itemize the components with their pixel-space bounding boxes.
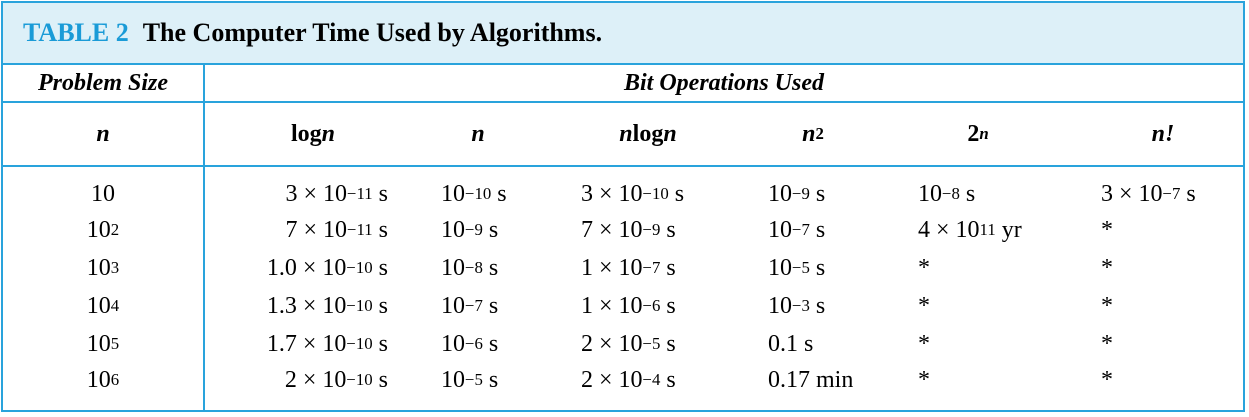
- cell-factorial: 3 × 10 −7 s: [1101, 180, 1196, 207]
- cell-problem-size: 10 6: [86, 366, 120, 393]
- cell-n-log-n: 1 × 10 −6 s: [581, 292, 676, 319]
- cell-linear: 10 −9 s: [441, 216, 499, 243]
- table-number: TABLE 2: [23, 18, 129, 47]
- cell-problem-size: 10 5: [86, 330, 120, 357]
- table-row: 10 4 1.3 × 10 −10 s 10 −7 s 1 × 10 −6 s 10 −3 s * *: [3, 287, 1243, 325]
- header-col-factorial: n!: [1151, 120, 1175, 147]
- cell-log-n: 1.3 × 10 −10 s: [266, 292, 388, 319]
- table-caption: TABLE 2 The Computer Time Used by Algori…: [3, 3, 1243, 65]
- cell-problem-size: 10 3: [86, 254, 120, 281]
- cell-n-squared: 0.1 s: [768, 330, 814, 357]
- cell-log-n: 1.0 × 10 −10 s: [266, 254, 388, 281]
- cell-linear: 10 −6 s: [441, 330, 499, 357]
- cell-n-squared: 10 −9 s: [768, 180, 826, 207]
- header-col-linear: n: [471, 120, 485, 147]
- table-row: 10 6 2 × 10 −10 s 10 −5 s 2 × 10 −4 s 0.17 min * *: [3, 361, 1243, 399]
- cell-factorial: *: [1101, 330, 1113, 357]
- header-bit-operations: Bit Operations Used: [623, 69, 824, 96]
- cell-linear: 10 −7 s: [441, 292, 499, 319]
- cell-exponential: *: [918, 366, 930, 393]
- header-col-n-squared: n2: [802, 120, 824, 147]
- table-row: 10 3 1.0 × 10 −10 s 10 −8 s 1 × 10 −7 s 10 −5 s * *: [3, 249, 1243, 287]
- header-col-log-n: log n: [290, 120, 336, 147]
- cell-linear: 10 −5 s: [441, 366, 499, 393]
- cell-factorial: *: [1101, 216, 1113, 243]
- table-row: 10 3 × 10 −11 s 10 −10 s 3 × 10 −10 s 10 −9 s 10−…: [3, 175, 1243, 213]
- cell-problem-size: 10 2: [86, 216, 120, 243]
- cell-log-n: 2 × 10 −10 s: [284, 366, 388, 393]
- cell-linear: 10 −8 s: [441, 254, 499, 281]
- table-row: 10 2 7 × 10 −11 s 10 −9 s 7 × 10 −9 s 10 −7 s 4 × …: [3, 211, 1243, 249]
- header-col-n-log-n: n log n: [619, 120, 677, 147]
- cell-log-n: 3 × 10 −11 s: [285, 180, 388, 207]
- cell-exponential: 10 −8 s: [918, 180, 976, 207]
- cell-exponential: 4 × 10 11 yr: [918, 216, 1022, 243]
- table-frame: TABLE 2 The Computer Time Used by Algori…: [1, 1, 1245, 412]
- cell-problem-size: 10: [91, 180, 115, 207]
- header-columns-row: n log n n n log n n2 2n n!: [3, 103, 1243, 167]
- cell-n-log-n: 2 × 10 −5 s: [581, 330, 676, 357]
- header-problem-size: Problem Size: [38, 69, 168, 96]
- cell-n-squared: 0.17 min: [768, 366, 854, 393]
- cell-n-log-n: 1 × 10 −7 s: [581, 254, 676, 281]
- cell-n-log-n: 2 × 10 −4 s: [581, 366, 676, 393]
- table-body: 10 3 × 10 −11 s 10 −10 s 3 × 10 −10 s 10 −9 s 10−…: [3, 167, 1243, 410]
- cell-exponential: *: [918, 330, 930, 357]
- cell-factorial: *: [1101, 366, 1113, 393]
- table-row: 10 5 1.7 × 10 −10 s 10 −6 s 2 × 10 −5 s 0.1 s * *: [3, 325, 1243, 363]
- cell-linear: 10 −10 s: [441, 180, 507, 207]
- header-group-row: Problem Size Bit Operations Used: [3, 65, 1243, 103]
- cell-exponential: *: [918, 292, 930, 319]
- cell-log-n: 7 × 10 −11 s: [285, 216, 388, 243]
- header-col-exponential: 2n: [967, 120, 989, 147]
- cell-n-log-n: 3 × 10 −10 s: [581, 180, 685, 207]
- cell-n-squared: 10 −7 s: [768, 216, 826, 243]
- cell-problem-size: 10 4: [86, 292, 120, 319]
- cell-factorial: *: [1101, 254, 1113, 281]
- cell-n-log-n: 7 × 10 −9 s: [581, 216, 676, 243]
- cell-n-squared: 10 −3 s: [768, 292, 826, 319]
- cell-log-n: 1.7 × 10 −10 s: [266, 330, 388, 357]
- cell-n-squared: 10 −5 s: [768, 254, 826, 281]
- cell-factorial: *: [1101, 292, 1113, 319]
- header-col-n: n: [96, 120, 110, 147]
- cell-exponential: *: [918, 254, 930, 281]
- table-title: The Computer Time Used by Algorithms.: [142, 18, 603, 47]
